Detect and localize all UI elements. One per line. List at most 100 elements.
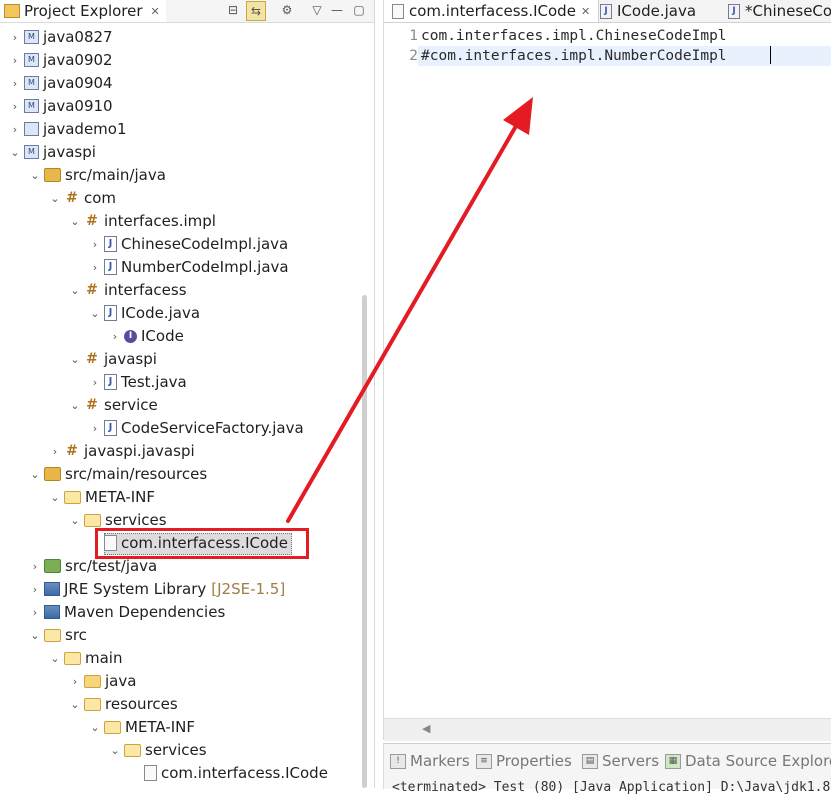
tab-properties[interactable]: ≡ Properties [476,752,572,770]
tree-item[interactable]: ⌄ J ICode.java [88,302,200,324]
tab-com-interfacess-icode[interactable]: com.interfacess.ICode ✕ [384,0,600,22]
package-icon: # [66,443,78,459]
tree-item[interactable]: › J CodeServiceFactory.java [88,417,304,439]
close-icon[interactable]: ✕ [151,5,160,18]
chevron-right-icon[interactable]: › [88,238,102,251]
tree-item[interactable]: ⌄ services [108,739,206,761]
tree-item[interactable]: › J Test.java [88,371,187,393]
chevron-down-icon[interactable]: ⌄ [68,215,82,228]
tree-item[interactable]: › java [68,670,137,692]
tab-chinesecodeimpl[interactable]: J *ChineseCod [720,0,831,22]
chevron-down-icon[interactable]: ⌄ [48,491,62,504]
tree-item-label: javaspi [43,143,96,161]
line-text[interactable]: com.interfaces.impl.ChineseCodeImpl [421,28,727,44]
folder-icon [44,628,61,642]
tree-item[interactable]: ⌄ META-INF [88,716,195,738]
tree-item[interactable]: ⌄ # javaspi [68,348,157,370]
tree-item[interactable]: › I ICode [108,325,184,347]
chevron-down-icon[interactable]: ⌄ [68,514,82,527]
chevron-right-icon[interactable]: › [28,583,42,596]
chevron-down-icon[interactable]: ⌄ [48,652,62,665]
tree-item[interactable]: › J ChineseCodeImpl.java [88,233,288,255]
chevron-right-icon[interactable]: › [28,560,42,573]
tree-item[interactable]: ⌄ main [48,647,122,669]
chevron-down-icon[interactable]: ⌄ [28,629,42,642]
view-menu-icon[interactable]: ▽ [308,1,326,19]
tree-item[interactable]: › JRE System Library [J2SE-1.5] [28,578,285,600]
collapse-all-icon[interactable]: ⊟ [224,1,242,19]
chevron-right-icon[interactable]: › [8,54,22,67]
chevron-down-icon[interactable]: ⌄ [108,744,122,757]
tree-item[interactable]: ⌄ # interfaces.impl [68,210,216,232]
chevron-right-icon[interactable]: › [8,31,22,44]
tab-markers[interactable]: ! Markers [390,752,470,770]
chevron-down-icon[interactable]: ⌄ [28,468,42,481]
tree-item[interactable]: › Mjava0902 [8,49,113,71]
chevron-right-icon[interactable]: › [8,100,22,113]
tree-item[interactable]: › J NumberCodeImpl.java [88,256,289,278]
chevron-down-icon[interactable]: ⌄ [28,169,42,182]
chevron-right-icon[interactable]: › [108,330,122,343]
tree-item[interactable]: ⌄ resources [68,693,178,715]
chevron-down-icon[interactable]: ⌄ [68,399,82,412]
tree-item[interactable]: › Mjava0910 [8,95,113,117]
line-text[interactable]: #com.interfaces.impl.NumberCodeImpl [421,48,727,64]
filters-icon[interactable]: ⚙ [278,1,296,19]
maven-project-icon: M [24,99,39,113]
editor-horizontal-scrollbar[interactable]: ◀ [384,718,831,741]
folder-icon [84,697,101,711]
chevron-down-icon[interactable]: ⌄ [88,721,102,734]
minimize-icon[interactable]: — [328,1,346,19]
tree-item-label: java0904 [43,74,113,92]
tree-item[interactable]: ⌄ # interfacess [68,279,187,301]
chevron-down-icon[interactable]: ⌄ [48,192,62,205]
chevron-right-icon[interactable]: › [28,606,42,619]
file-icon [144,765,157,781]
chevron-right-icon[interactable]: › [8,77,22,90]
tree-item-label: service [104,396,158,414]
tree-item[interactable]: ⌄ META-INF [48,486,155,508]
tree-item[interactable]: › # javaspi.javaspi [48,440,195,462]
scroll-left-icon[interactable]: ◀ [422,722,430,735]
chevron-right-icon[interactable]: › [88,376,102,389]
package-icon: # [86,282,98,298]
chevron-right-icon[interactable]: › [48,445,62,458]
chevron-down-icon[interactable]: ⌄ [68,698,82,711]
interface-icon: I [124,329,137,343]
explorer-title: Project Explorer [24,2,143,20]
tree-item[interactable]: ⌄ # service [68,394,158,416]
tree-item-label: javademo1 [43,120,127,138]
code-editor[interactable]: 1 com.interfaces.impl.ChineseCodeImpl 2 … [384,23,831,718]
explorer-tab-bar: Project Explorer ✕ ⊟ ⇆ ⚙ ▽ — ▢ [0,0,374,23]
chevron-right-icon[interactable]: › [88,261,102,274]
chevron-down-icon[interactable]: ⌄ [68,353,82,366]
tree-item[interactable]: ⌄ src/main/java [28,164,166,186]
chevron-right-icon[interactable]: › [88,422,102,435]
tree-item[interactable]: › javademo1 [8,118,127,140]
maximize-icon[interactable]: ▢ [350,1,368,19]
chevron-right-icon[interactable]: › [68,675,82,688]
tree-item[interactable]: ⌄ Mjavaspi [8,141,96,163]
tree-item[interactable]: ⌄ src/main/resources [28,463,207,485]
tab-servers[interactable]: ▤ Servers [582,752,659,770]
chevron-right-icon[interactable]: › [8,123,22,136]
chevron-down-icon[interactable]: ⌄ [8,146,22,159]
tree-item[interactable]: ⌄ src [28,624,87,646]
chevron-down-icon[interactable]: ⌄ [68,284,82,297]
tree-item-label: resources [105,695,178,713]
tab-data-source-explorer[interactable]: ▦ Data Source Explorer [665,752,831,770]
tree-item-label: java0910 [43,97,113,115]
close-icon[interactable]: ✕ [581,5,590,18]
tree-item-label: interfacess [104,281,187,299]
tree-item[interactable]: › Mjava0904 [8,72,113,94]
tab-project-explorer[interactable]: Project Explorer ✕ [0,0,166,22]
tree-item[interactable]: com.interfacess.ICode [128,762,328,784]
explorer-scrollbar[interactable] [362,295,367,788]
tree-item[interactable]: › Maven Dependencies [28,601,225,623]
tree-item[interactable]: ⌄ # com [48,187,116,209]
tree-item[interactable]: › Mjava0827 [8,26,113,48]
tab-icode-java[interactable]: J ICode.java [592,0,704,22]
chevron-down-icon[interactable]: ⌄ [88,307,102,320]
tree-item-label: services [105,511,167,529]
link-with-editor-icon[interactable]: ⇆ [246,1,266,21]
